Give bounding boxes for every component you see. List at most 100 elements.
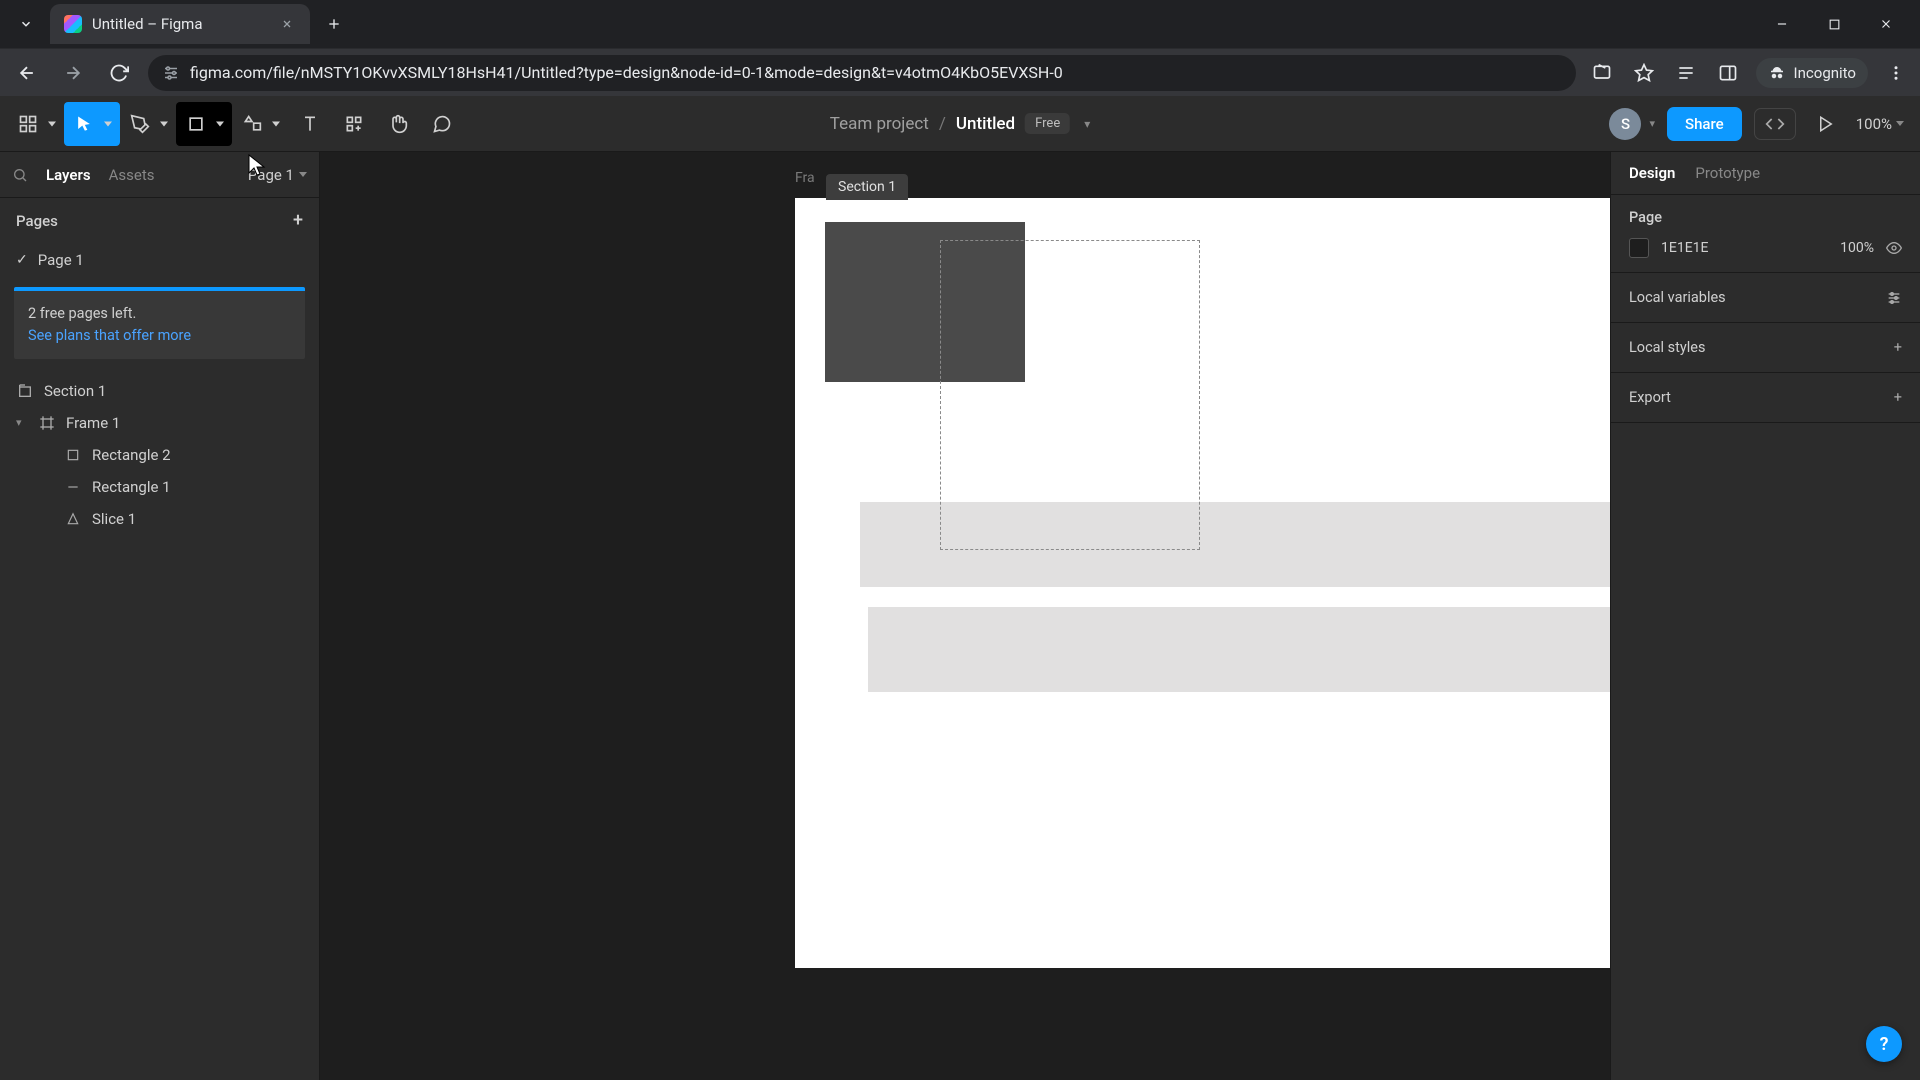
minimize-icon [1775,17,1789,31]
promo-text: 2 free pages left. [28,303,291,325]
incognito-badge[interactable]: Incognito [1756,58,1868,88]
section-label[interactable]: Section 1 [826,174,908,200]
pen-icon [130,114,150,134]
avatar-menu-caret[interactable]: ▾ [1649,117,1655,130]
frame-tool[interactable] [176,102,232,146]
figma-app: Team project / Untitled Free ▾ S ▾ Share… [0,96,1920,1080]
layer-row-rect[interactable]: Rectangle 2 [0,439,319,471]
close-tab-button[interactable] [278,15,296,33]
arrow-left-icon [17,63,37,83]
color-hex[interactable]: 1E1E1E [1661,240,1828,256]
minimize-button[interactable] [1768,10,1796,38]
expand-caret[interactable]: ▾ [16,416,28,429]
add-export-button[interactable]: + [1894,389,1902,406]
layer-name: Section 1 [44,382,106,400]
local-styles-row[interactable]: Local styles + [1611,323,1920,373]
tab-prototype[interactable]: Prototype [1695,164,1760,182]
text-icon [300,114,320,134]
back-button[interactable] [10,56,44,90]
visibility-toggle[interactable] [1886,240,1902,256]
plan-badge[interactable]: Free [1025,113,1070,134]
left-panel: Layers Assets Page 1 Pages + ✓ Page 1 2 … [0,152,320,1080]
window-controls [1768,10,1912,38]
layer-row-section[interactable]: Section 1 [0,375,319,407]
page-section: Page 1E1E1E 100% [1611,195,1920,273]
install-app-button[interactable] [1588,59,1616,87]
pages-header: Pages + [0,198,319,243]
color-swatch[interactable] [1629,238,1649,258]
move-tool[interactable] [64,102,120,146]
resources-tool[interactable] [332,102,376,146]
tab-assets[interactable]: Assets [109,166,155,184]
browser-menu-button[interactable] [1882,59,1910,87]
search-button[interactable] [12,167,28,183]
frame-label[interactable]: Fra [795,170,815,186]
local-styles-label: Local styles [1629,339,1705,356]
layer-row-slice[interactable]: Slice 1 [0,503,319,535]
reload-button[interactable] [102,56,136,90]
slice-icon [64,510,82,528]
breadcrumb: Team project / Untitled Free ▾ [830,113,1091,134]
help-button[interactable]: ? [1866,1026,1902,1062]
bookmark-button[interactable] [1630,59,1658,87]
figma-toolbar: Team project / Untitled Free ▾ S ▾ Share… [0,96,1920,152]
tab-title: Untitled – Figma [92,15,268,33]
hand-tool[interactable] [376,102,420,146]
star-icon [1634,63,1654,83]
main-menu-button[interactable] [8,102,64,146]
reload-icon [109,63,129,83]
share-button[interactable]: Share [1667,107,1742,141]
export-row[interactable]: Export + [1611,373,1920,423]
pages-header-label: Pages [16,212,58,230]
upgrade-promo: 2 free pages left. See plans that offer … [14,287,305,359]
local-variables-row[interactable]: Local variables [1611,273,1920,323]
file-name[interactable]: Untitled [956,114,1015,134]
page-row[interactable]: ✓ Page 1 [0,243,319,277]
present-button[interactable] [1808,106,1844,142]
comment-tool[interactable] [420,102,464,146]
team-name[interactable]: Team project [830,114,929,134]
layer-name: Rectangle 2 [92,446,171,464]
chevron-down-icon[interactable]: ▾ [1084,117,1090,131]
zoom-selector[interactable]: 100% [1856,115,1912,133]
rectangle-icon [64,446,82,464]
sidepanel-button[interactable] [1714,59,1742,87]
avatar[interactable]: S [1609,108,1641,140]
add-style-button[interactable]: + [1894,339,1902,356]
promo-link[interactable]: See plans that offer more [28,325,291,347]
browser-tab[interactable]: Untitled – Figma [50,4,310,44]
selection-marquee [940,240,1200,550]
forward-button[interactable] [56,56,90,90]
chevron-down-icon [19,17,33,31]
check-icon: ✓ [16,252,28,268]
shape-tool[interactable] [232,102,288,146]
url-field[interactable]: figma.com/file/nMSTY1OKvvXSMLY18HsH41/Un… [148,55,1576,91]
tab-design[interactable]: Design [1629,164,1675,182]
install-icon [1592,63,1612,83]
background-color-row[interactable]: 1E1E1E 100% [1629,238,1902,258]
add-page-button[interactable]: + [293,210,303,231]
dev-mode-toggle[interactable] [1754,108,1796,140]
text-tool[interactable] [288,102,332,146]
tab-layers[interactable]: Layers [46,166,91,184]
plus-icon [326,16,342,32]
new-tab-button[interactable] [318,8,350,40]
play-icon [1817,115,1835,133]
canvas-grey-bar[interactable] [868,607,1610,692]
layer-row-frame[interactable]: ▾ Frame 1 [0,407,319,439]
color-opacity[interactable]: 100% [1840,240,1874,256]
layer-row-rect[interactable]: Rectangle 1 [0,471,319,503]
pen-tool[interactable] [120,102,176,146]
reading-list-button[interactable] [1672,59,1700,87]
layer-name: Rectangle 1 [92,478,171,496]
page-selector[interactable]: Page 1 [248,166,307,184]
tab-search-button[interactable] [8,6,44,42]
right-panel-tabs: Design Prototype [1611,152,1920,195]
settings-icon[interactable] [1886,290,1902,306]
local-variables-label: Local variables [1629,289,1726,306]
maximize-button[interactable] [1820,10,1848,38]
close-window-button[interactable] [1872,10,1900,38]
close-icon [1879,17,1893,31]
list-icon [1676,63,1696,83]
canvas[interactable]: Fra Section 1 [320,152,1610,1080]
